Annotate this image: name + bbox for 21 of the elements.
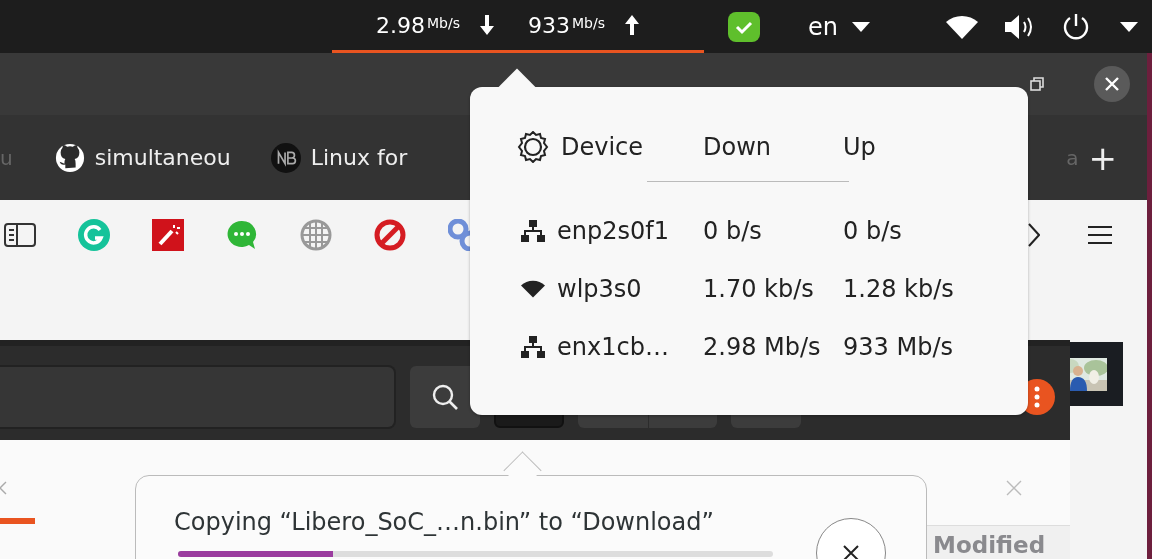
- browser-tab[interactable]: simultaneou: [54, 142, 231, 173]
- progress-message: Copying “Libero_SoC_…n.bin” to “Download”: [174, 508, 715, 536]
- column-heading: Up: [843, 133, 876, 161]
- download-rate: 1.70 kb/s: [703, 274, 815, 305]
- column-heading: Device: [561, 133, 644, 161]
- column-heading: Down: [703, 133, 771, 161]
- speed-unit: Mb/s: [571, 15, 605, 31]
- upload-rate: 933 Mb/s: [843, 332, 954, 363]
- new-tab-button[interactable]: +: [1088, 140, 1117, 175]
- browser-tab[interactable]: Linux for: [270, 142, 408, 173]
- speed-unit: Mb/s: [427, 15, 460, 31]
- upload-speed: 933: [527, 12, 570, 38]
- download-rate: 0 b/s: [703, 216, 763, 247]
- device-name: wlp3s0: [557, 275, 642, 303]
- device-name: enp2s0f1: [557, 217, 669, 245]
- upload-rate: 0 b/s: [843, 216, 903, 247]
- download-rate: 2.98 Mb/s: [703, 332, 822, 363]
- upload-rate: 1.28 kb/s: [843, 274, 955, 305]
- device-name: enx1cb…: [557, 333, 669, 361]
- language-menu[interactable]: en: [808, 12, 870, 41]
- download-speed: 2.98: [376, 12, 425, 38]
